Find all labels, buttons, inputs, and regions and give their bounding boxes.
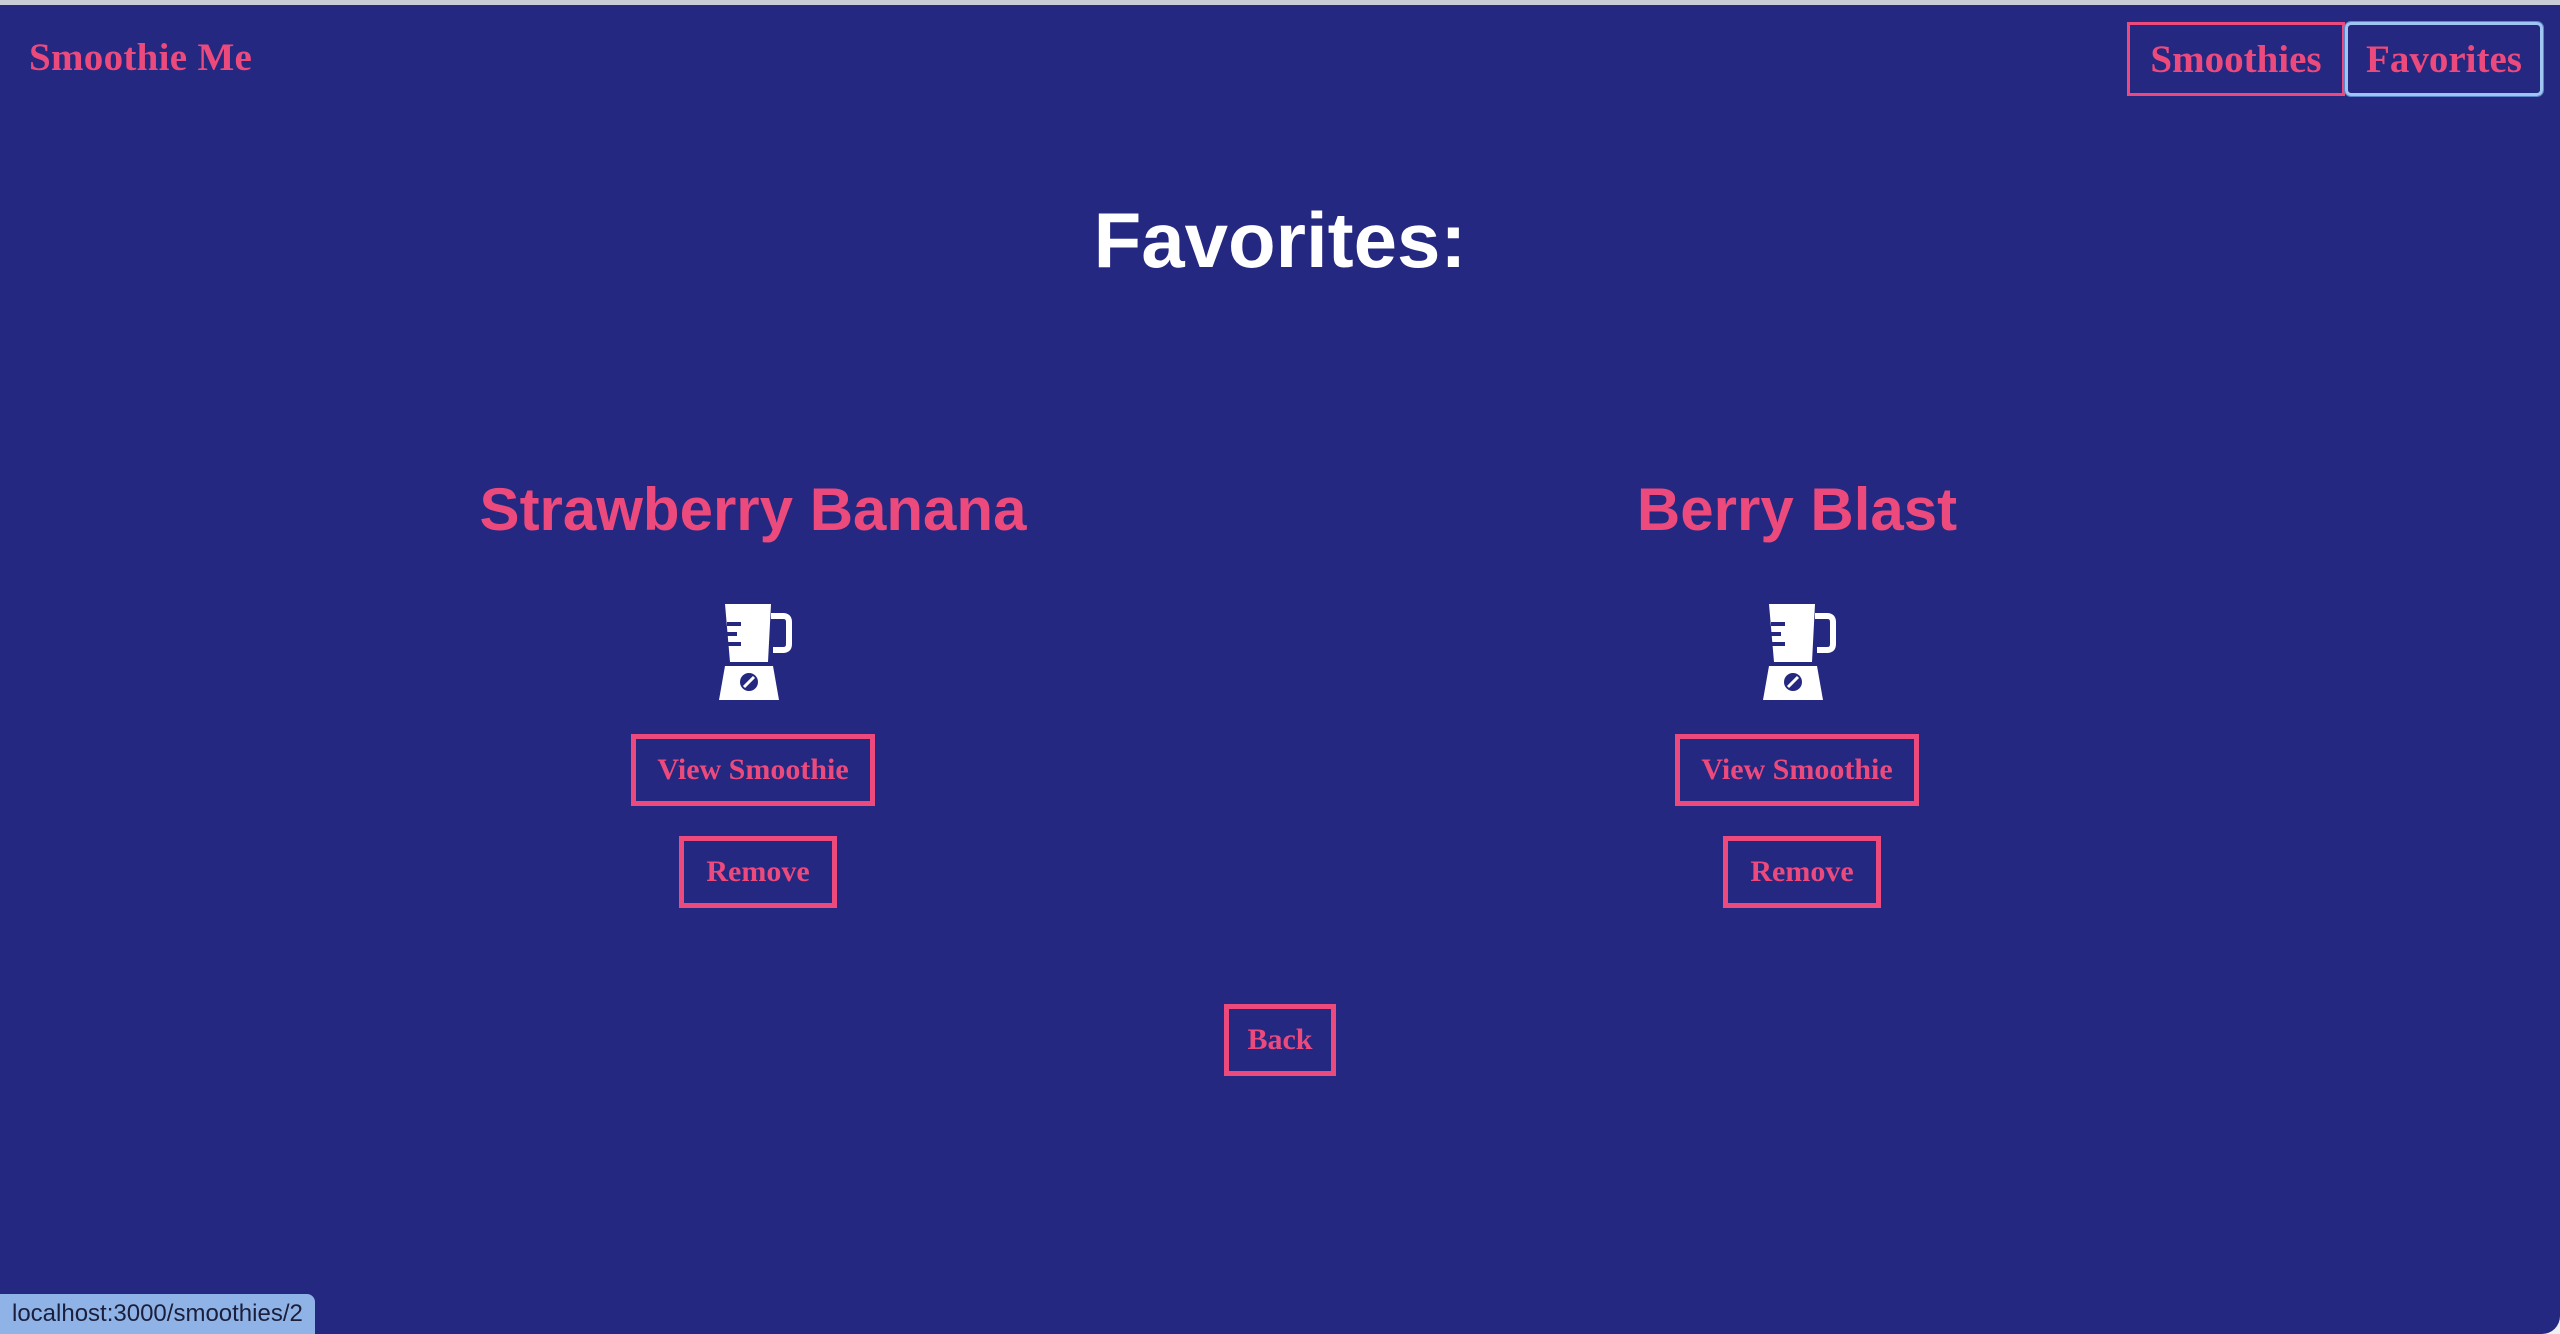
nav-smoothies-button[interactable]: Smoothies — [2127, 22, 2345, 96]
blender-icon — [1763, 604, 1836, 700]
smoothie-name: Berry Blast — [1636, 476, 1958, 543]
brand-logo[interactable]: Smoothie Me — [29, 35, 252, 80]
favorite-card: Berry Blast View Smoothie Remove — [1447, 475, 2147, 908]
app-page: Smoothie Me Smoothies Favorites Favorite… — [0, 5, 2560, 1334]
view-smoothie-button[interactable]: View Smoothie — [1675, 734, 1919, 806]
view-smoothie-button[interactable]: View Smoothie — [631, 734, 875, 806]
remove-favorite-button[interactable]: Remove — [679, 836, 837, 908]
smoothie-name: Strawberry Banana — [479, 476, 1027, 543]
favorite-card: Strawberry Banana View Smoothie Remove — [403, 475, 1103, 908]
remove-favorite-button[interactable]: Remove — [1723, 836, 1881, 908]
page-title: Favorites: — [1093, 196, 1467, 284]
top-nav: Smoothies Favorites — [2127, 22, 2543, 96]
link-status-bar: localhost:3000/smoothies/2 — [0, 1294, 315, 1334]
blender-icon — [719, 604, 792, 700]
nav-favorites-button[interactable]: Favorites — [2345, 22, 2543, 96]
back-button[interactable]: Back — [1224, 1004, 1336, 1076]
